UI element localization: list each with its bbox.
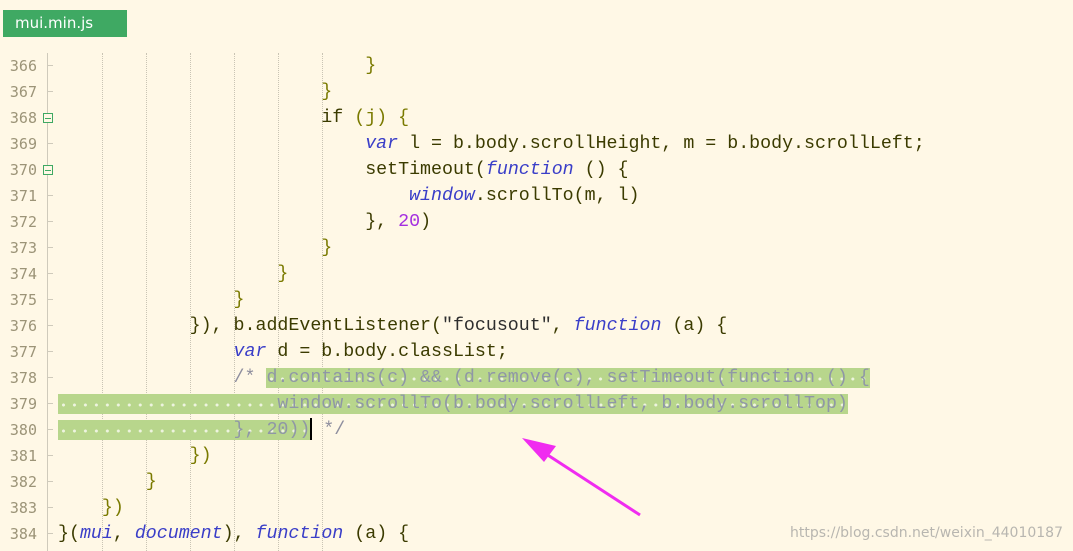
watermark: https://blog.csdn.net/weixin_44010187 <box>789 525 1063 541</box>
annotation-arrow <box>522 438 641 517</box>
